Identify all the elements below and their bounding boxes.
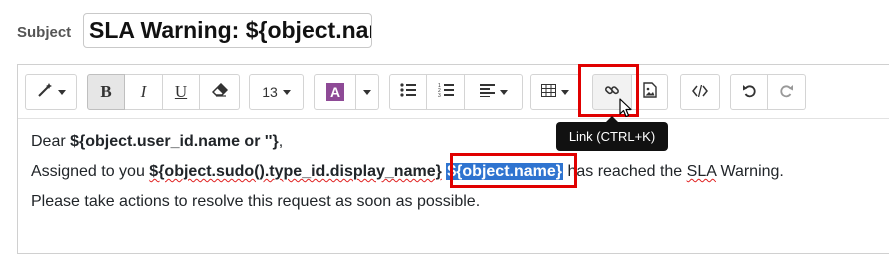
code-view-button[interactable] [680, 74, 720, 110]
chevron-down-icon [561, 89, 569, 95]
greeting-text: Dear [31, 133, 71, 150]
align-dropdown-button[interactable] [465, 74, 523, 110]
eraser-icon [211, 82, 228, 101]
selected-object-name[interactable]: ${object.name} [446, 163, 563, 180]
style-dropdown-button[interactable] [25, 74, 77, 110]
subject-label: Subject [17, 24, 72, 41]
svg-text:3: 3 [438, 93, 441, 98]
font-size-value: 13 [262, 84, 278, 100]
numbered-list-icon: 123 [438, 82, 454, 102]
font-color-icon: A [326, 83, 344, 101]
body-line-assigned: Assigned to you ${object.sudo().type_id.… [31, 157, 784, 187]
user-name-placeholder: ${object.user_id.name or ''} [70, 133, 279, 150]
insert-image-button[interactable] [632, 74, 668, 110]
greeting-comma: , [278, 133, 284, 150]
undo-icon [742, 83, 757, 102]
chevron-down-icon [57, 89, 66, 95]
link-tooltip: Link (CTRL+K) [556, 116, 668, 151]
mouse-pointer-icon [619, 98, 632, 123]
type-name-placeholder: ${object.sudo().type_id.display_name} [149, 163, 442, 180]
underline-button[interactable]: U [163, 74, 200, 110]
code-view-icon [692, 84, 708, 101]
image-icon [642, 82, 657, 102]
font-color-dropdown[interactable] [356, 74, 379, 110]
html-editor: B I U 13 A 123 Dear ${object.user_id.nam… [17, 64, 889, 254]
font-color-button[interactable]: A [314, 74, 356, 110]
body-line-instructions: Please take actions to resolve this requ… [31, 193, 481, 210]
align-icon [479, 83, 495, 101]
assigned-text: Assigned to you [31, 163, 150, 180]
table-icon [541, 83, 556, 101]
font-size-dropdown[interactable]: 13 [249, 74, 304, 110]
redo-icon [779, 83, 794, 102]
sla-word: SLA [686, 163, 716, 180]
italic-button[interactable]: I [125, 74, 163, 110]
remove-format-button[interactable] [200, 74, 240, 110]
redo-button[interactable] [768, 74, 806, 110]
bold-button[interactable]: B [87, 74, 125, 110]
link-icon [604, 82, 620, 102]
undo-button[interactable] [730, 74, 768, 110]
bullet-list-button[interactable] [389, 74, 427, 110]
chevron-down-icon [499, 89, 508, 95]
chevron-down-icon [282, 89, 291, 95]
chevron-down-icon [363, 89, 371, 95]
editor-toolbar: B I U 13 A 123 [18, 65, 889, 119]
bullet-list-icon [400, 83, 416, 101]
numbered-list-button[interactable]: 123 [427, 74, 465, 110]
warning-text: Warning. [716, 163, 784, 180]
reached-text: has reached the [563, 163, 687, 180]
body-line-greeting: Dear ${object.user_id.name or ''}, [31, 127, 784, 157]
subject-input[interactable]: SLA Warning: ${object.name} [83, 13, 372, 48]
editor-content[interactable]: Dear ${object.user_id.name or ''}, Assig… [31, 127, 784, 217]
magic-wand-icon [37, 82, 53, 102]
table-dropdown-button[interactable] [530, 74, 580, 110]
